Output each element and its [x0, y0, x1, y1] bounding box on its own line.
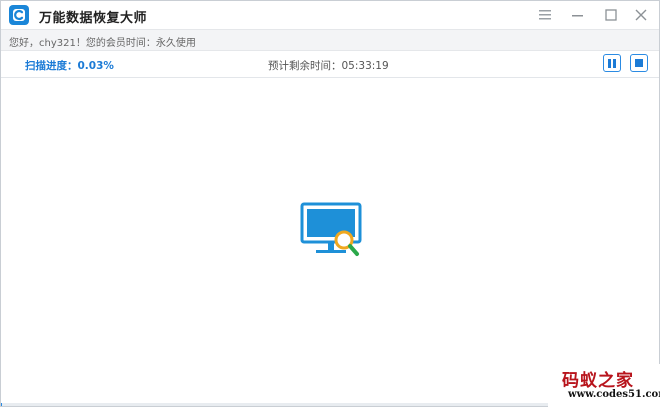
- greeting-text: 您好，chy321！您的会员时间：永久使用: [9, 38, 196, 49]
- watermark-logo: 码蚁之家: [562, 371, 634, 391]
- watermark: 码蚁之家 www.codes51.com: [548, 364, 660, 407]
- minimize-icon[interactable]: [567, 5, 589, 25]
- stop-icon: [635, 59, 643, 67]
- scan-progress-label: 扫描进度：0.03%: [25, 60, 114, 72]
- maximize-icon[interactable]: [600, 5, 622, 25]
- pause-button[interactable]: [603, 54, 621, 72]
- app-logo-icon: [9, 5, 29, 25]
- title-bar: 万能数据恢复大师: [1, 1, 659, 29]
- watermark-url: www.codes51.com: [568, 389, 660, 400]
- remaining-time-label: 预计剩余时间：05:33:19: [268, 60, 389, 72]
- member-info-bar: 您好，chy321！您的会员时间：永久使用: [1, 29, 659, 51]
- menu-icon[interactable]: [534, 5, 556, 25]
- monitor-magnifier-icon: [299, 201, 365, 259]
- app-window: 万能数据恢复大师 您好，chy321！您的会员时间：永久使用 扫描进度：0.03…: [0, 0, 660, 407]
- stop-button[interactable]: [630, 54, 648, 72]
- app-title: 万能数据恢复大师: [39, 11, 148, 26]
- close-icon[interactable]: [630, 5, 652, 25]
- scan-status-bar: 扫描进度：0.03% 预计剩余时间：05:33:19: [1, 51, 659, 78]
